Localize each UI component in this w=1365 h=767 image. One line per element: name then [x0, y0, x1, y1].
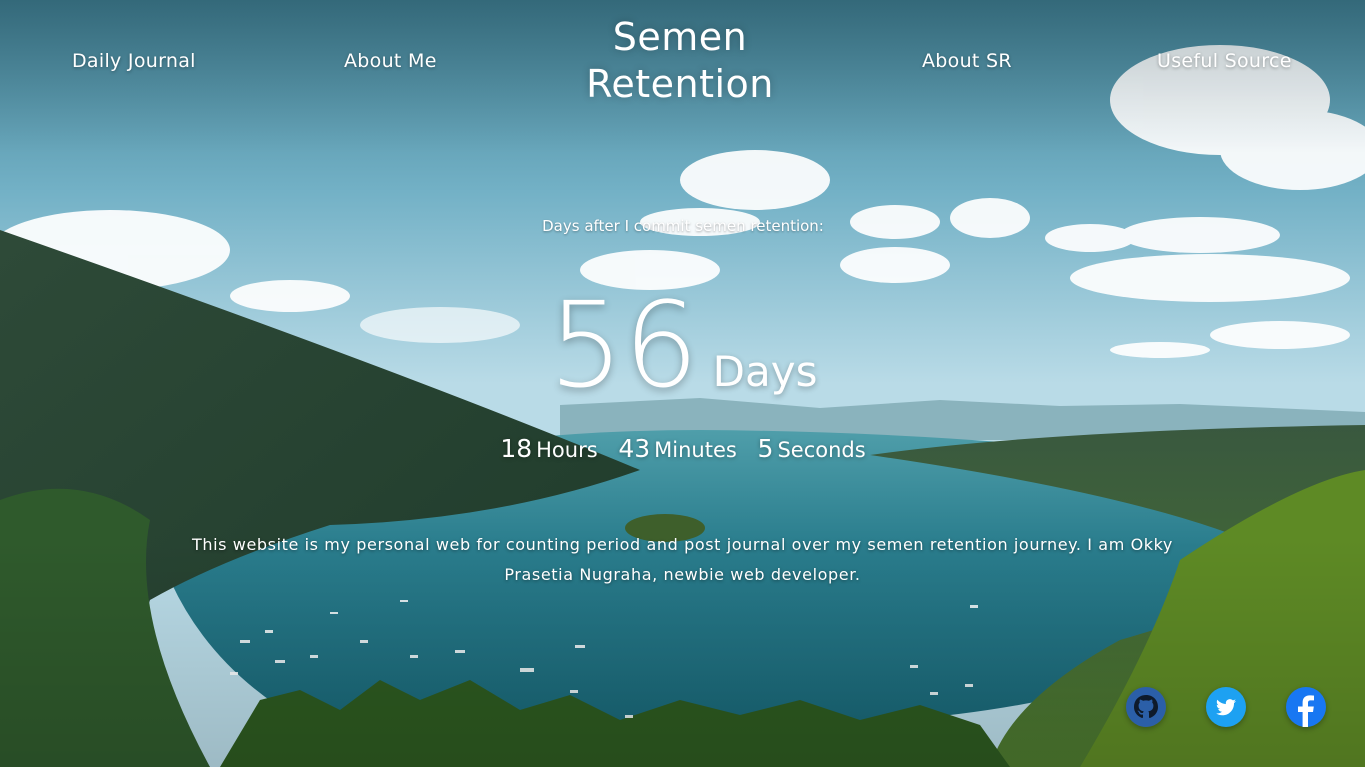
- twitter-icon: [1206, 687, 1246, 727]
- nav-about-sr[interactable]: About SR: [922, 50, 1012, 72]
- hours-label: Hours: [536, 438, 598, 462]
- twitter-link[interactable]: [1206, 687, 1246, 727]
- intro-paragraph: This website is my personal web for coun…: [191, 535, 1174, 584]
- brand-line-2: Retention: [586, 62, 774, 106]
- site-brand-title[interactable]: Semen Retention: [560, 14, 800, 108]
- nav-about-me[interactable]: About Me: [344, 50, 437, 72]
- hours-count: 18: [500, 434, 533, 463]
- minutes-label: Minutes: [654, 438, 737, 462]
- nav-daily-journal[interactable]: Daily Journal: [72, 50, 196, 72]
- seconds-label: Seconds: [777, 438, 866, 462]
- nav-useful-source[interactable]: Useful Source: [1157, 50, 1292, 72]
- github-icon: [1126, 687, 1166, 727]
- facebook-link[interactable]: [1286, 687, 1326, 727]
- days-label: Days: [712, 347, 818, 396]
- days-count: 56: [548, 276, 699, 414]
- time-counter: 18 Hours 43 Minutes 5 Seconds: [383, 434, 983, 463]
- brand-line-1: Semen: [612, 15, 748, 59]
- seconds-count: 5: [757, 434, 774, 463]
- minutes-count: 43: [618, 434, 651, 463]
- hero-background: Daily Journal About Me Semen Retention A…: [0, 0, 1365, 767]
- github-link[interactable]: [1126, 687, 1166, 727]
- counter-subtitle: Days after I commit semen retention:: [542, 217, 824, 235]
- days-counter: 56 Days: [383, 280, 983, 410]
- facebook-icon: [1286, 687, 1326, 727]
